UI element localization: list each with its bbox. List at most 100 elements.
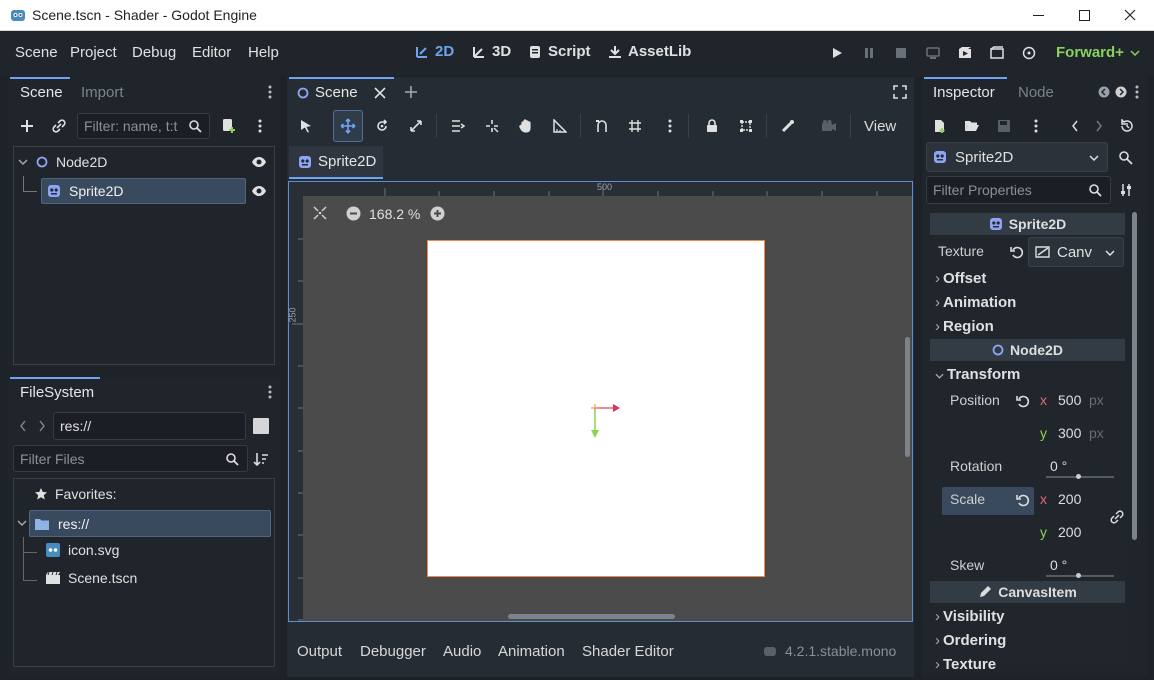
group-animation[interactable]: › Animation [935, 294, 1016, 311]
visibility-eye-icon[interactable] [251, 184, 267, 198]
tabs-prev-icon[interactable] [1097, 85, 1111, 99]
menu-project[interactable]: Project [70, 44, 117, 61]
filesystem-path-input[interactable]: res:// [53, 412, 246, 440]
history-forward-icon[interactable] [1092, 117, 1106, 135]
play-icon[interactable] [829, 45, 845, 61]
position-x-value[interactable]: 500 [1058, 392, 1081, 408]
visibility-eye-icon[interactable] [251, 155, 267, 169]
play-scene-icon[interactable] [957, 45, 973, 61]
group-icon[interactable] [737, 117, 755, 135]
group-transform[interactable]: Transform [935, 366, 1020, 383]
menu-editor[interactable]: Editor [192, 44, 231, 61]
object-history-icon[interactable] [1118, 117, 1136, 135]
inspector-scrollbar[interactable] [1132, 212, 1137, 540]
bone-icon[interactable] [779, 117, 797, 135]
group-visibility[interactable]: › Visibility [935, 608, 1004, 625]
fs-item-icon-svg[interactable]: icon.svg [45, 542, 119, 558]
bottom-tab-shader-editor[interactable]: Shader Editor [582, 643, 674, 660]
viewport-vscrollbar[interactable] [905, 337, 910, 457]
snap-options-icon[interactable] [664, 117, 676, 135]
attach-script-icon[interactable] [220, 117, 238, 135]
new-resource-icon[interactable] [931, 117, 949, 135]
tree-item-node2d[interactable]: Node2D [16, 150, 272, 174]
camera-override-icon[interactable] [820, 117, 838, 135]
rotation-value[interactable]: 0 ° [1050, 458, 1067, 474]
group-offset[interactable]: › Offset [935, 270, 986, 287]
favorites-item[interactable]: Favorites: [34, 486, 116, 502]
revert-icon[interactable] [1015, 393, 1031, 409]
workspace-3d-button[interactable]: 3D [472, 43, 511, 60]
zoom-in-icon[interactable] [430, 206, 446, 222]
ruler-mode-icon[interactable] [551, 117, 569, 135]
position-y-value[interactable]: 300 [1058, 425, 1081, 441]
fs-item-res[interactable]: res:// [29, 510, 271, 537]
tree-item-sprite2d[interactable]: Sprite2D [41, 178, 246, 204]
version-label[interactable]: 4.2.1.stable.mono [763, 643, 896, 659]
back-arrow-icon[interactable] [16, 418, 30, 434]
dock-menu-icon[interactable] [1131, 84, 1143, 100]
tab-import[interactable]: Import [81, 84, 124, 101]
grid-snap-icon[interactable] [626, 117, 644, 135]
tab-inspector[interactable]: Inspector [933, 84, 995, 101]
fs-expand-chevron[interactable] [17, 520, 27, 526]
view-menu[interactable]: View [864, 118, 896, 135]
group-ordering[interactable]: › Ordering [935, 632, 1006, 649]
bottom-tab-debugger[interactable]: Debugger [360, 643, 426, 660]
inspector-settings-icon[interactable] [1118, 181, 1136, 199]
select-mode-icon[interactable] [297, 117, 315, 135]
list-select-icon[interactable] [449, 117, 467, 135]
play-custom-scene-icon[interactable] [989, 45, 1005, 61]
bottom-tab-audio[interactable]: Audio [443, 643, 481, 660]
resource-options-icon[interactable] [1030, 117, 1042, 135]
pivot-mode-icon[interactable] [483, 117, 501, 135]
skew-slider-grabber[interactable] [1076, 573, 1081, 578]
dock-menu-icon[interactable] [264, 384, 276, 400]
scene-options-icon[interactable] [254, 117, 266, 135]
skew-value[interactable]: 0 ° [1050, 557, 1067, 573]
tabs-next-icon[interactable] [1114, 85, 1128, 99]
renderer-select[interactable]: Forward+ [1056, 44, 1140, 61]
viewport-2d[interactable]: 500 250 168.2 % [288, 181, 913, 622]
maximize-button[interactable] [1072, 4, 1096, 26]
revert-icon[interactable] [1009, 244, 1025, 260]
instance-scene-icon[interactable] [50, 117, 68, 135]
group-texture[interactable]: › Texture [935, 656, 996, 670]
menu-help[interactable]: Help [248, 44, 279, 61]
stop-icon[interactable] [893, 45, 909, 61]
scale-mode-icon[interactable] [407, 117, 425, 135]
dock-menu-icon[interactable] [264, 84, 276, 100]
rotation-slider-grabber[interactable] [1076, 474, 1081, 479]
scale-y-value[interactable]: 200 [1058, 524, 1081, 540]
link-icon[interactable] [1109, 509, 1125, 525]
scale-x-value[interactable]: 200 [1058, 491, 1081, 507]
toggle-split-mode-icon[interactable] [253, 418, 269, 434]
smart-snap-icon[interactable] [593, 117, 611, 135]
forward-arrow-icon[interactable] [35, 418, 49, 434]
distraction-free-icon[interactable] [891, 84, 909, 100]
bottom-tab-output[interactable]: Output [297, 643, 342, 660]
editor-subtab-sprite2d[interactable]: Sprite2D [289, 146, 383, 179]
revert-icon[interactable] [1015, 492, 1031, 508]
minimize-button[interactable] [1026, 4, 1050, 26]
scene-filter-input[interactable]: Filter: name, t:t [77, 113, 210, 139]
movie-maker-icon[interactable] [1021, 45, 1037, 61]
menu-debug[interactable]: Debug [132, 44, 176, 61]
save-icon[interactable] [995, 117, 1013, 135]
tab-scene-dock[interactable]: Scene [20, 84, 63, 101]
scene-editor-tab[interactable]: Scene [297, 84, 386, 101]
bottom-tab-animation[interactable]: Animation [498, 643, 565, 660]
center-view-icon[interactable] [313, 206, 329, 222]
close-window-button[interactable] [1118, 4, 1142, 26]
workspace-2d-button[interactable]: 2D [415, 43, 454, 60]
tab-node[interactable]: Node [1018, 84, 1054, 101]
fs-item-scene-tscn[interactable]: Scene.tscn [45, 570, 137, 586]
rotate-mode-icon[interactable] [373, 117, 391, 135]
property-filter-input[interactable]: Filter Properties [926, 176, 1111, 204]
pause-icon[interactable] [861, 45, 877, 61]
lock-icon[interactable] [703, 117, 721, 135]
menu-scene[interactable]: Scene [15, 44, 58, 61]
transform-gizmo[interactable] [579, 392, 639, 452]
history-back-icon[interactable] [1068, 117, 1082, 135]
zoom-out-icon[interactable] [346, 206, 362, 222]
viewport-hscrollbar[interactable] [508, 614, 675, 619]
